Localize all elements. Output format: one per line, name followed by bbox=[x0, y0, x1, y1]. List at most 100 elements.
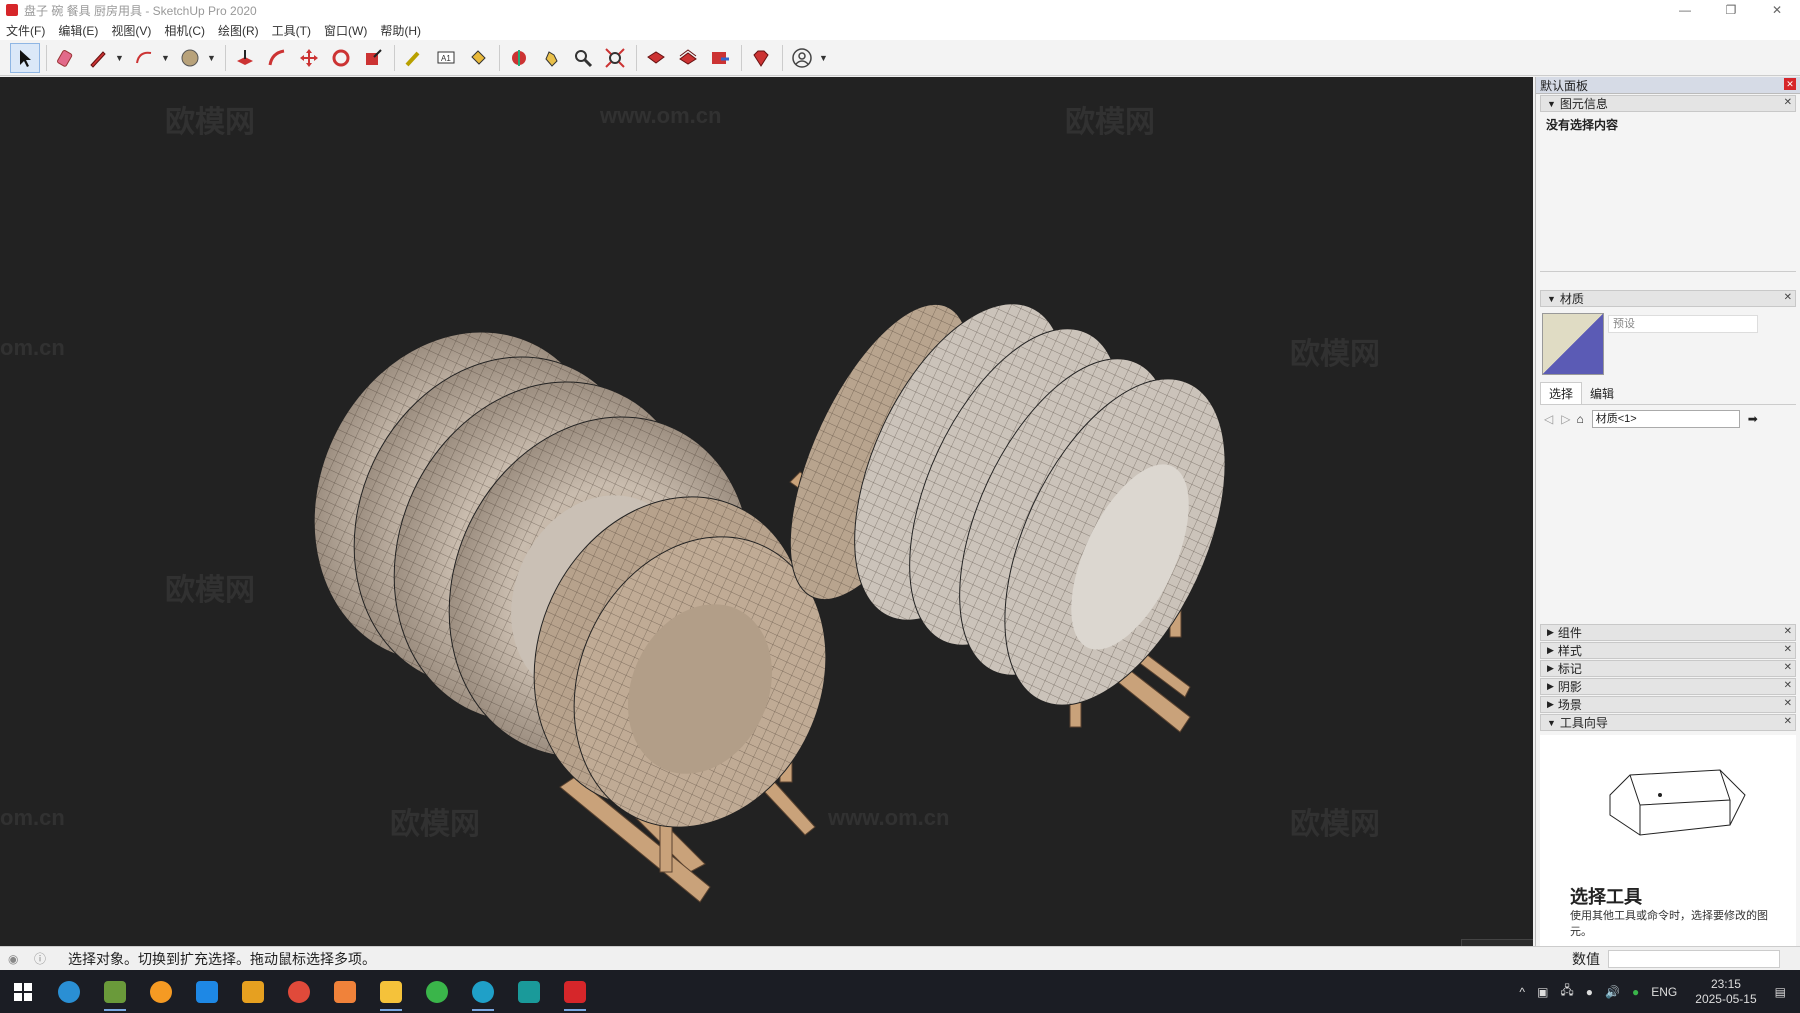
taskbar-security[interactable] bbox=[184, 970, 230, 1013]
line-tool-button[interactable] bbox=[83, 43, 113, 73]
wechat-tray-icon[interactable]: ● bbox=[1632, 985, 1639, 999]
material-collection-dropdown[interactable]: 材质<1> bbox=[1591, 410, 1740, 428]
menu-file[interactable]: 文件(F) bbox=[6, 22, 45, 39]
collapsed-triangle-icon: ▶ bbox=[1547, 645, 1554, 655]
push-pull-tool-button[interactable] bbox=[230, 43, 260, 73]
info-icon[interactable]: ⓘ bbox=[34, 950, 46, 967]
taskbar: ^ ▣ 🖧 ● 🔊 ● ENG 23:15 2025-05-15 ▤ bbox=[0, 970, 1800, 1013]
account-tool-button[interactable] bbox=[787, 43, 817, 73]
paint-bucket-tool-button[interactable] bbox=[463, 43, 493, 73]
entity-info-header[interactable]: ▼ 图元信息 ✕ bbox=[1540, 95, 1796, 112]
restore-button[interactable]: ❐ bbox=[1708, 0, 1754, 20]
close-button[interactable]: ✕ bbox=[1754, 0, 1800, 20]
menu-window[interactable]: 窗口(W) bbox=[324, 22, 367, 39]
notifications-icon[interactable]: ▤ bbox=[1775, 985, 1786, 999]
measurements-input[interactable] bbox=[1608, 950, 1780, 968]
volume-icon[interactable]: 🔊 bbox=[1605, 985, 1620, 999]
details-arrow-icon[interactable]: ➡ bbox=[1748, 412, 1758, 426]
taskbar-sketchup[interactable] bbox=[552, 970, 598, 1013]
menu-camera[interactable]: 相机(C) bbox=[164, 22, 205, 39]
tags-header[interactable]: ▶ 标记 ✕ bbox=[1540, 660, 1796, 677]
close-icon[interactable]: ✕ bbox=[1784, 680, 1792, 691]
tray-close-icon[interactable]: ✕ bbox=[1784, 78, 1796, 90]
arc-dropdown-icon[interactable]: ▼ bbox=[161, 53, 171, 63]
taskbar-app2[interactable] bbox=[322, 970, 368, 1013]
close-icon[interactable]: ✕ bbox=[1784, 716, 1792, 727]
materials-list[interactable] bbox=[1540, 433, 1796, 623]
text-tool-button[interactable]: A1 bbox=[431, 43, 461, 73]
user-account-icon bbox=[792, 47, 812, 68]
material-swatch[interactable] bbox=[1542, 313, 1604, 375]
menu-help[interactable]: 帮助(H) bbox=[380, 22, 421, 39]
forward-arrow-icon[interactable]: ▷ bbox=[1561, 412, 1570, 426]
arc-tool-button[interactable] bbox=[129, 43, 159, 73]
chrome-icon bbox=[288, 980, 310, 1003]
close-icon[interactable]: ✕ bbox=[1784, 97, 1792, 108]
tray-expand-icon[interactable]: ^ bbox=[1519, 985, 1525, 999]
tab-select[interactable]: 选择 bbox=[1540, 382, 1583, 404]
scenes-header[interactable]: ▶ 场景 ✕ bbox=[1540, 696, 1796, 713]
tape-measure-tool-button[interactable] bbox=[399, 43, 429, 73]
layout-tool-button[interactable] bbox=[705, 43, 735, 73]
close-icon[interactable]: ✕ bbox=[1784, 698, 1792, 709]
styles-header[interactable]: ▶ 样式 ✕ bbox=[1540, 642, 1796, 659]
warehouse-tool-button[interactable] bbox=[641, 43, 671, 73]
zoom-extents-tool-button[interactable] bbox=[600, 43, 630, 73]
account-dropdown-icon[interactable]: ▼ bbox=[819, 53, 829, 63]
geolocation-icon[interactable]: ◉ bbox=[8, 952, 18, 966]
start-button[interactable] bbox=[0, 970, 46, 1013]
input-language[interactable]: ENG bbox=[1651, 985, 1677, 999]
shadows-header[interactable]: ▶ 阴影 ✕ bbox=[1540, 678, 1796, 695]
ruby-gem-icon bbox=[753, 50, 769, 67]
instructor-panel: 选择工具 使用其他工具或命令时，选择要修改的图元。 bbox=[1540, 735, 1796, 975]
taskbar-3dsmax[interactable] bbox=[506, 970, 552, 1013]
back-arrow-icon[interactable]: ◁ bbox=[1544, 412, 1553, 426]
taskbar-edge[interactable] bbox=[460, 970, 506, 1013]
taskbar-app[interactable] bbox=[230, 970, 276, 1013]
taskbar-wechat[interactable] bbox=[414, 970, 460, 1013]
media-player-icon bbox=[150, 980, 172, 1003]
menu-tools[interactable]: 工具(T) bbox=[272, 22, 311, 39]
home-icon[interactable]: ⌂ bbox=[1576, 412, 1583, 426]
shape-dropdown-icon[interactable]: ▼ bbox=[207, 53, 217, 63]
taskbar-chrome[interactable] bbox=[276, 970, 322, 1013]
rotate-tool-button[interactable] bbox=[326, 43, 356, 73]
tray-app-icon[interactable]: ● bbox=[1586, 985, 1593, 999]
move-tool-button[interactable] bbox=[294, 43, 324, 73]
network-icon[interactable]: 🖧 bbox=[1560, 981, 1573, 1002]
arc-icon bbox=[136, 51, 152, 63]
eraser-tool-button[interactable] bbox=[51, 43, 81, 73]
close-icon[interactable]: ✕ bbox=[1784, 626, 1792, 637]
offset-tool-button[interactable] bbox=[262, 43, 292, 73]
close-icon[interactable]: ✕ bbox=[1784, 292, 1792, 303]
right-plate-stack bbox=[789, 303, 1226, 706]
minimize-button[interactable]: — bbox=[1662, 0, 1708, 20]
default-tray: 默认面板 ✕ ▼ 图元信息 ✕ 没有选择内容 ▼ 材质 ✕ 预设 选择 编辑 ◁… bbox=[1535, 77, 1800, 975]
clock[interactable]: 23:15 2025-05-15 bbox=[1695, 977, 1756, 1007]
taskbar-player[interactable] bbox=[138, 970, 184, 1013]
taskbar-explorer[interactable] bbox=[368, 970, 414, 1013]
tab-edit[interactable]: 编辑 bbox=[1582, 383, 1622, 404]
extension-warehouse-tool-button[interactable] bbox=[673, 43, 703, 73]
instructor-header[interactable]: ▼ 工具向导 ✕ bbox=[1540, 714, 1796, 731]
tray-app-icon[interactable]: ▣ bbox=[1537, 985, 1548, 999]
close-icon[interactable]: ✕ bbox=[1784, 644, 1792, 655]
pan-tool-button[interactable] bbox=[536, 43, 566, 73]
taskbar-minecraft[interactable] bbox=[92, 970, 138, 1013]
scale-tool-button[interactable] bbox=[358, 43, 388, 73]
menu-draw[interactable]: 绘图(R) bbox=[218, 22, 259, 39]
orbit-tool-button[interactable] bbox=[504, 43, 534, 73]
components-header[interactable]: ▶ 组件 ✕ bbox=[1540, 624, 1796, 641]
materials-header[interactable]: ▼ 材质 ✕ bbox=[1540, 290, 1796, 307]
select-tool-button[interactable] bbox=[10, 42, 40, 73]
menu-view[interactable]: 视图(V) bbox=[111, 22, 151, 39]
ruby-tool-button[interactable] bbox=[746, 43, 776, 73]
taskbar-ie[interactable] bbox=[46, 970, 92, 1013]
model-viewport[interactable]: 欧模网 www.om.cn 欧模网 om.cn 欧模网 欧模网 om.cn 欧模… bbox=[0, 77, 1533, 946]
material-name-field[interactable]: 预设 bbox=[1608, 315, 1758, 333]
zoom-tool-button[interactable] bbox=[568, 43, 598, 73]
line-dropdown-icon[interactable]: ▼ bbox=[115, 53, 125, 63]
shape-tool-button[interactable] bbox=[175, 43, 205, 73]
close-icon[interactable]: ✕ bbox=[1784, 662, 1792, 673]
menu-edit[interactable]: 编辑(E) bbox=[58, 22, 98, 39]
